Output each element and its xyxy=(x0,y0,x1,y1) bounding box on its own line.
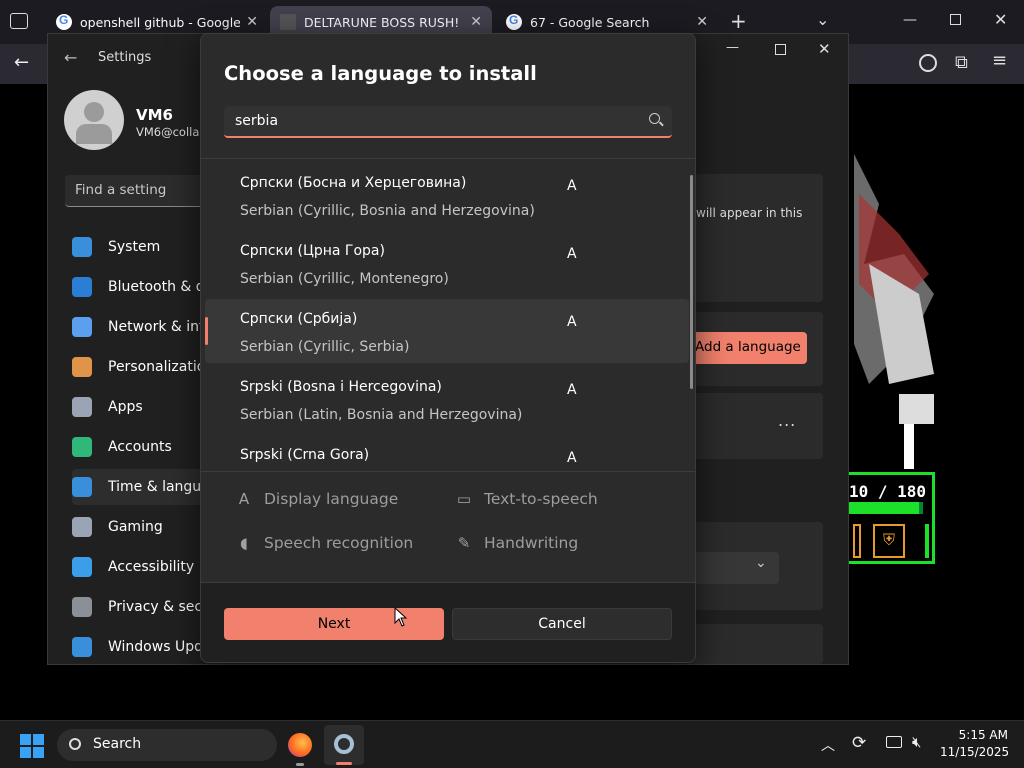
hp-bar-track xyxy=(849,502,923,514)
region-card: ⌄ xyxy=(688,522,823,610)
close-icon[interactable]: ✕ xyxy=(470,14,482,30)
globe-clock-icon xyxy=(72,477,92,497)
minimize-icon[interactable]: — xyxy=(903,12,917,28)
clock-time[interactable]: 5:15 AM xyxy=(958,728,1008,742)
language-list-item[interactable]: Srpski (Bosna i Hercegovina) Serbian (Lat… xyxy=(205,367,689,431)
clock-date[interactable]: 11/15/2025 xyxy=(940,745,1009,759)
game-icon xyxy=(280,14,296,30)
list-scrollbar[interactable] xyxy=(690,175,693,389)
gear-icon xyxy=(334,734,354,754)
hp-text: 10 / 180 xyxy=(849,482,927,501)
taskbar: Search ︿ ⟳ 🔇︎ 5:15 AM 11/15/2025 xyxy=(0,720,1024,768)
display-language-icon: A xyxy=(567,178,577,194)
add-language-button[interactable]: Add a language xyxy=(689,332,807,364)
apps-icon xyxy=(72,397,92,417)
tab-list-icon[interactable] xyxy=(10,13,28,29)
language-list: Српски (Босна и Херцеговина) Serbian (Cyr… xyxy=(201,159,695,471)
side-bar xyxy=(925,524,929,558)
settings-back-icon[interactable]: ← xyxy=(64,48,77,67)
language-search-input[interactable]: serbia xyxy=(224,106,672,138)
info-card: will appear in this xyxy=(688,174,823,302)
list-bottom-divider xyxy=(201,471,695,472)
hp-bar-fill xyxy=(849,502,920,514)
display-language-icon: A xyxy=(567,450,577,466)
user-email: VM6@collab xyxy=(136,125,207,139)
google-icon xyxy=(506,13,522,30)
installed-language-card: ... xyxy=(688,393,823,459)
account-icon[interactable] xyxy=(919,54,937,72)
feature-handwriting: ✎ Handwriting xyxy=(454,534,579,552)
back-arrow-icon[interactable]: ← xyxy=(14,52,29,73)
display-language-icon: A xyxy=(567,314,577,330)
new-tab-icon[interactable]: + xyxy=(730,9,747,33)
selected-indicator xyxy=(205,317,208,345)
game-canvas: 10 / 180 ⛨ xyxy=(849,84,1024,720)
bluetooth-icon xyxy=(72,277,92,297)
gamepad-icon xyxy=(72,517,92,537)
extensions-icon[interactable]: ⧉ xyxy=(955,52,968,73)
defend-button-icon[interactable]: ⛨ xyxy=(873,524,905,558)
shield-icon xyxy=(72,597,92,617)
settings-minimize-icon[interactable]: — xyxy=(726,40,739,55)
settings-title: Settings xyxy=(98,50,152,65)
handwriting-icon: ✎ xyxy=(457,534,471,552)
monitor-icon xyxy=(72,237,92,257)
language-list-item[interactable]: Српски (Босна и Херцеговина) Serbian (Cyr… xyxy=(205,163,689,227)
display-language-icon: A xyxy=(238,490,250,508)
user-name: VM6 xyxy=(136,106,173,124)
wifi-icon xyxy=(72,317,92,337)
close-icon[interactable]: ✕ xyxy=(246,14,258,30)
search-icon xyxy=(69,738,81,750)
more-options-icon[interactable]: ... xyxy=(778,411,796,430)
choose-language-dialog: Choose a language to install serbia Српс… xyxy=(200,33,696,663)
update-icon xyxy=(72,637,92,657)
avatar[interactable] xyxy=(64,90,124,150)
display-language-icon: A xyxy=(567,382,577,398)
accessibility-icon xyxy=(72,557,92,577)
cancel-button[interactable]: Cancel xyxy=(452,608,672,640)
close-icon[interactable]: ✕ xyxy=(696,14,708,30)
taskbar-search[interactable]: Search xyxy=(57,729,277,761)
settings-close-icon[interactable]: ✕ xyxy=(818,40,831,58)
mouse-cursor xyxy=(394,607,408,627)
next-button[interactable]: Next xyxy=(224,608,444,640)
language-list-item[interactable]: Српски (Црна Гора) Serbian (Cyrillic, Mon… xyxy=(205,231,689,295)
menu-icon[interactable]: ≡ xyxy=(992,50,1007,71)
person-icon xyxy=(72,437,92,457)
settings-maximize-icon[interactable] xyxy=(775,44,786,55)
restore-icon[interactable] xyxy=(950,14,961,25)
settings-taskbar-button[interactable] xyxy=(324,725,364,765)
brush-icon xyxy=(72,357,92,377)
language-search-value: serbia xyxy=(235,113,279,129)
language-list-item[interactable]: Srpski (Crna Gora) A xyxy=(205,435,689,471)
sync-icon[interactable]: ⟳ xyxy=(852,733,866,753)
chevron-down-icon: ⌄ xyxy=(755,555,767,571)
feature-text-to-speech: ▭ Text-to-speech xyxy=(454,490,598,508)
display-language-icon: A xyxy=(567,246,577,262)
feature-display-language: A Display language xyxy=(234,490,398,508)
microphone-icon: ◖ xyxy=(240,534,248,552)
text-to-speech-icon: ▭ xyxy=(456,490,472,508)
dialog-title: Choose a language to install xyxy=(224,62,537,85)
act-button-icon[interactable] xyxy=(853,524,861,558)
format-card xyxy=(688,624,823,664)
tab-overflow-chevron-icon[interactable]: ⌄ xyxy=(816,10,829,29)
firefox-icon[interactable] xyxy=(288,733,312,757)
network-icon[interactable] xyxy=(886,736,902,748)
feature-speech-recognition: ◖ Speech recognition xyxy=(234,534,413,552)
browser-close-icon[interactable]: ✕ xyxy=(994,10,1007,29)
start-button[interactable] xyxy=(20,734,44,758)
tray-chevron-up-icon[interactable]: ︿ xyxy=(821,735,835,755)
google-icon xyxy=(56,13,72,30)
language-list-item[interactable]: Српски (Србија) Serbian (Cyrillic, Serbia… xyxy=(205,299,689,363)
settings-search-input[interactable]: Find a setting xyxy=(65,175,215,207)
volume-muted-icon[interactable]: 🔇︎ xyxy=(912,733,921,751)
region-dropdown[interactable]: ⌄ xyxy=(693,552,779,584)
